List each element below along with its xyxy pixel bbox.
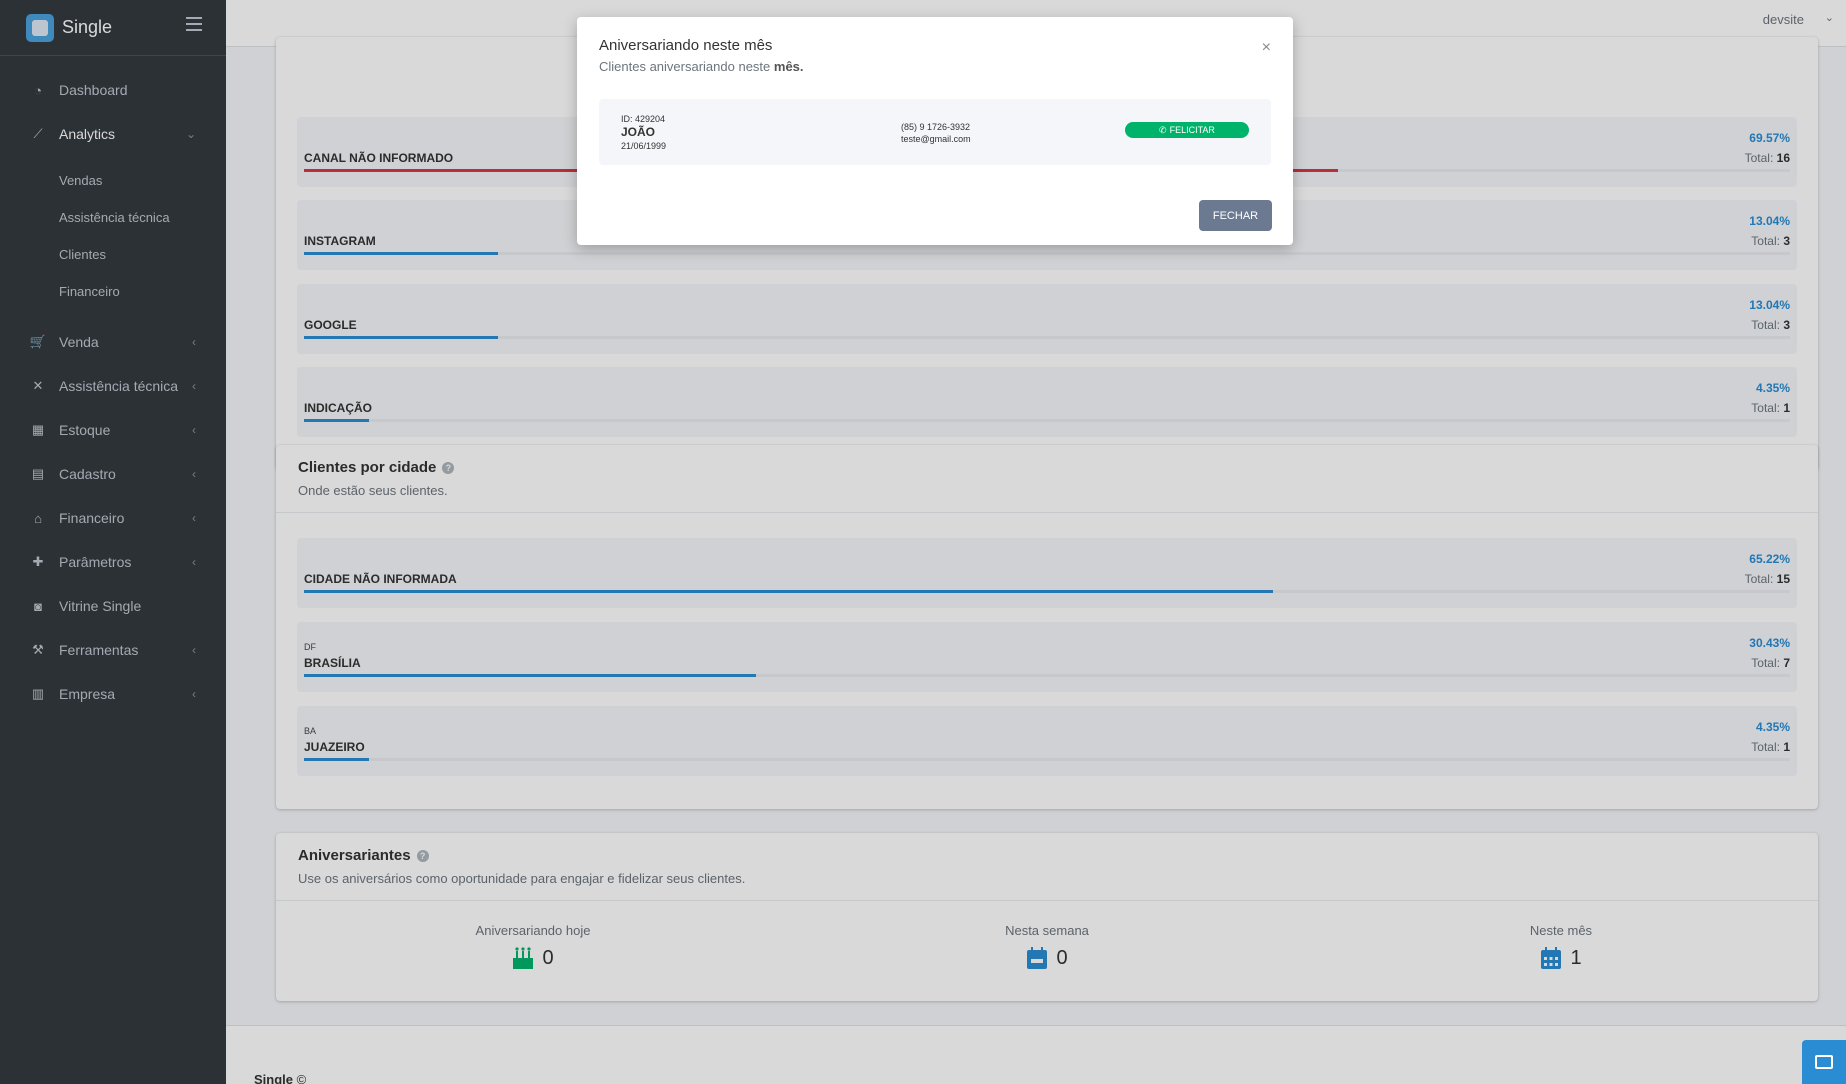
- close-icon[interactable]: ×: [1262, 39, 1271, 57]
- modal-title: Aniversariando neste mês: [599, 37, 773, 54]
- modal-subtitle: Clientes aniversariando neste mês.: [599, 59, 804, 74]
- birthday-modal: Aniversariando neste mês Clientes aniver…: [577, 17, 1293, 245]
- client-email: teste@gmail.com: [901, 134, 971, 144]
- close-button[interactable]: FECHAR: [1199, 200, 1272, 231]
- congratulate-label: FELICITAR: [1169, 125, 1215, 135]
- chat-widget-button[interactable]: [1802, 1040, 1846, 1084]
- modal-subtitle-emphasis: mês.: [773, 59, 804, 74]
- modal-subtitle-text: Clientes aniversariando neste: [599, 59, 774, 74]
- birthday-client-row: ID: 429204 JOÃO 21/06/1999 (85) 9 1726-3…: [599, 99, 1271, 165]
- chat-icon: [1815, 1055, 1833, 1069]
- client-birthdate: 21/06/1999: [621, 141, 667, 151]
- congratulate-button[interactable]: ✆ FELICITAR: [1125, 122, 1249, 138]
- client-id: ID: 429204: [621, 114, 666, 124]
- client-name: JOÃO: [621, 125, 656, 139]
- client-phone: (85) 9 1726-3932: [901, 122, 971, 132]
- whatsapp-icon: ✆: [1159, 124, 1167, 135]
